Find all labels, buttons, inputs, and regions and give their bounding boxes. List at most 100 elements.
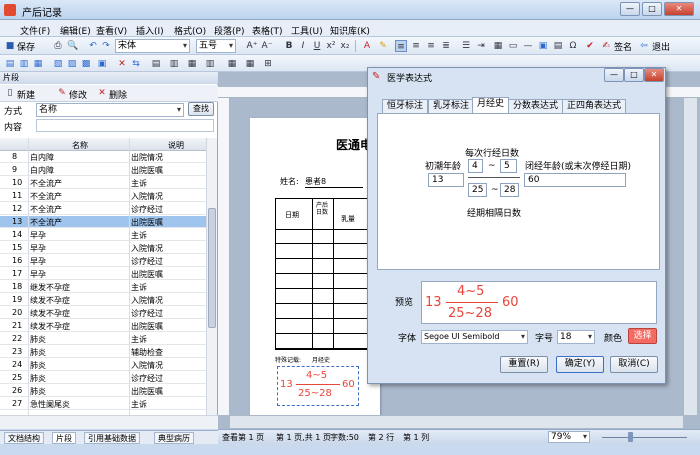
preview-icon[interactable]: ⎙ [52, 40, 64, 52]
undo-icon[interactable]: ↶ [87, 40, 99, 52]
table-row[interactable]: 23 肺炎 辅助检查 [0, 346, 206, 358]
redo-icon[interactable]: ↷ [100, 40, 112, 52]
line-icon[interactable]: — [522, 40, 534, 52]
tab-permanent-teeth[interactable]: 恒牙标注 [382, 99, 429, 113]
align-center-icon[interactable]: ≡ [410, 40, 422, 52]
grow-font-icon[interactable]: A⁺ [246, 40, 258, 52]
interval-min-input[interactable]: 25 [468, 183, 487, 197]
symbol-icon[interactable]: Ω [567, 40, 579, 52]
cell-align-icon[interactable]: ▩ [80, 58, 92, 70]
reset-button[interactable]: 重置(R) [500, 356, 548, 373]
align-left-icon[interactable]: ≡ [395, 40, 407, 52]
menu-knowledge[interactable]: 知识库(K) [330, 24, 370, 37]
zoom-slider-thumb[interactable] [628, 432, 633, 442]
font-color-icon[interactable]: A [361, 40, 373, 52]
table-row[interactable]: 19 续发不孕症 入院情况 [0, 294, 206, 306]
table-row[interactable]: 20 续发不孕症 诊疗经过 [0, 307, 206, 319]
table-row[interactable]: 17 早孕 出院医嘱 [0, 268, 206, 280]
indent-icon[interactable]: ⇥ [475, 40, 487, 52]
bold-icon[interactable]: B [283, 40, 295, 52]
table-row[interactable]: 13 不全流产 出院医嘱 [0, 216, 206, 228]
tab-deciduous-teeth[interactable]: 乳牙标注 [428, 99, 475, 113]
footer-icon[interactable]: ▦ [186, 58, 198, 70]
tab-typical-cases[interactable]: 典型病历 [154, 432, 194, 444]
new-icon[interactable]: ▯ [4, 87, 16, 99]
grid-icon[interactable]: ▦ [226, 58, 238, 70]
col-desc-header[interactable]: 说明 [168, 140, 184, 151]
vertical-ruler[interactable] [218, 98, 230, 415]
font-size-select[interactable]: 五号 [196, 39, 236, 53]
clear-icon[interactable]: ✕ [116, 58, 128, 70]
table-row[interactable]: 12 不全流产 诊疗经过 [0, 203, 206, 215]
cycle-days-min-input[interactable]: 4 [468, 159, 483, 173]
image-icon[interactable]: ▣ [537, 40, 549, 52]
delete-icon[interactable]: ✕ [96, 87, 108, 99]
tab-fraction[interactable]: 分数表达式 [508, 99, 564, 113]
dialog-minimize-button[interactable]: — [604, 68, 624, 82]
document-hscrollbar[interactable] [230, 415, 683, 428]
highlight-icon[interactable]: ✎ [377, 40, 389, 52]
grid-lines-icon[interactable]: ▦ [244, 58, 256, 70]
table-row[interactable]: 8 白内障 出院情况 [0, 151, 206, 163]
list-icon[interactable]: ☰ [460, 40, 472, 52]
interval-max-input[interactable]: 28 [500, 183, 519, 197]
table-row[interactable]: 26 肺炎 出院医嘱 [0, 385, 206, 397]
horizontal-scrollbar[interactable] [0, 415, 218, 429]
insert-row-icon[interactable]: ▤ [4, 58, 16, 70]
split-cells-icon[interactable]: ▨ [66, 58, 78, 70]
cycle-days-max-input[interactable]: 5 [500, 159, 517, 173]
table-row[interactable]: 27 急性阑尾炎 主诉 [0, 398, 206, 410]
zoom-select[interactable]: 79% [548, 431, 590, 443]
zoom-slider[interactable] [602, 437, 687, 438]
save-icon[interactable]: ■ [4, 40, 16, 52]
edit-icon[interactable]: ✎ [56, 87, 68, 99]
delete-row-icon[interactable]: ▦ [32, 58, 44, 70]
menu-view[interactable]: 查看(V) [96, 24, 127, 37]
menu-table[interactable]: 表格(T) [252, 24, 283, 37]
ok-button[interactable]: 确定(Y) [556, 356, 604, 373]
content-input[interactable] [36, 119, 214, 132]
menu-insert[interactable]: 插入(I) [136, 24, 164, 37]
sign-icon[interactable]: ✍ [600, 40, 612, 52]
table-row[interactable]: 9 白内障 出院医嘱 [0, 164, 206, 176]
cell-props-icon[interactable]: ▣ [96, 58, 108, 70]
exit-icon[interactable]: ⇦ [638, 40, 650, 52]
document-scrollbar[interactable] [683, 98, 697, 415]
font-select[interactable]: Segoe UI Semibold [421, 330, 528, 344]
size-select[interactable]: 18 [557, 330, 595, 344]
tab-menstrual-history[interactable]: 月经史 [472, 97, 510, 114]
menu-paragraph[interactable]: 段落(P) [214, 24, 244, 37]
dialog-close-button[interactable]: ✕ [644, 68, 664, 82]
merge-cells-icon[interactable]: ▧ [52, 58, 64, 70]
table-row[interactable]: 24 肺炎 入院情况 [0, 359, 206, 371]
tab-reference-data[interactable]: 引用基础数据 [84, 432, 140, 444]
minimize-button[interactable]: — [620, 2, 640, 16]
shrink-font-icon[interactable]: A⁻ [261, 40, 273, 52]
tab-quad-expression[interactable]: 正四角表达式 [562, 99, 627, 113]
find-icon[interactable]: 🔍 [67, 40, 79, 52]
table-row[interactable]: 25 肺炎 诊疗经过 [0, 372, 206, 384]
mode-select[interactable]: 名称 [36, 103, 184, 117]
page-setup-icon[interactable]: ▤ [150, 58, 162, 70]
formula-object[interactable]: 13 4~5 25~28 60 [277, 366, 359, 406]
exit-label[interactable]: 退出 [652, 40, 670, 53]
subscript-icon[interactable]: x₂ [339, 40, 351, 52]
color-select-button[interactable]: 选择 [628, 328, 657, 344]
lmp-input[interactable]: 60 [524, 173, 626, 187]
insert-col-icon[interactable]: ▥ [18, 58, 30, 70]
table-row[interactable]: 14 早孕 主诉 [0, 229, 206, 241]
border-icon[interactable]: ▭ [507, 40, 519, 52]
maximize-button[interactable]: □ [642, 2, 662, 16]
sign-label[interactable]: 签名 [614, 40, 632, 53]
list-scrollbar[interactable] [206, 138, 217, 415]
menu-tools[interactable]: 工具(U) [291, 24, 323, 37]
tab-snippets[interactable]: 片段 [52, 432, 76, 444]
scrollbar-thumb[interactable] [208, 208, 216, 328]
columns-icon[interactable]: ▥ [204, 58, 216, 70]
search-button[interactable]: 查找 [188, 102, 214, 116]
table-row[interactable]: 18 继发不孕症 主诉 [0, 281, 206, 293]
table-icon[interactable]: ▦ [492, 40, 504, 52]
close-button[interactable]: ✕ [664, 2, 694, 16]
distribute-icon[interactable]: ⇆ [130, 58, 142, 70]
tab-doc-structure[interactable]: 文档结构 [4, 432, 44, 444]
